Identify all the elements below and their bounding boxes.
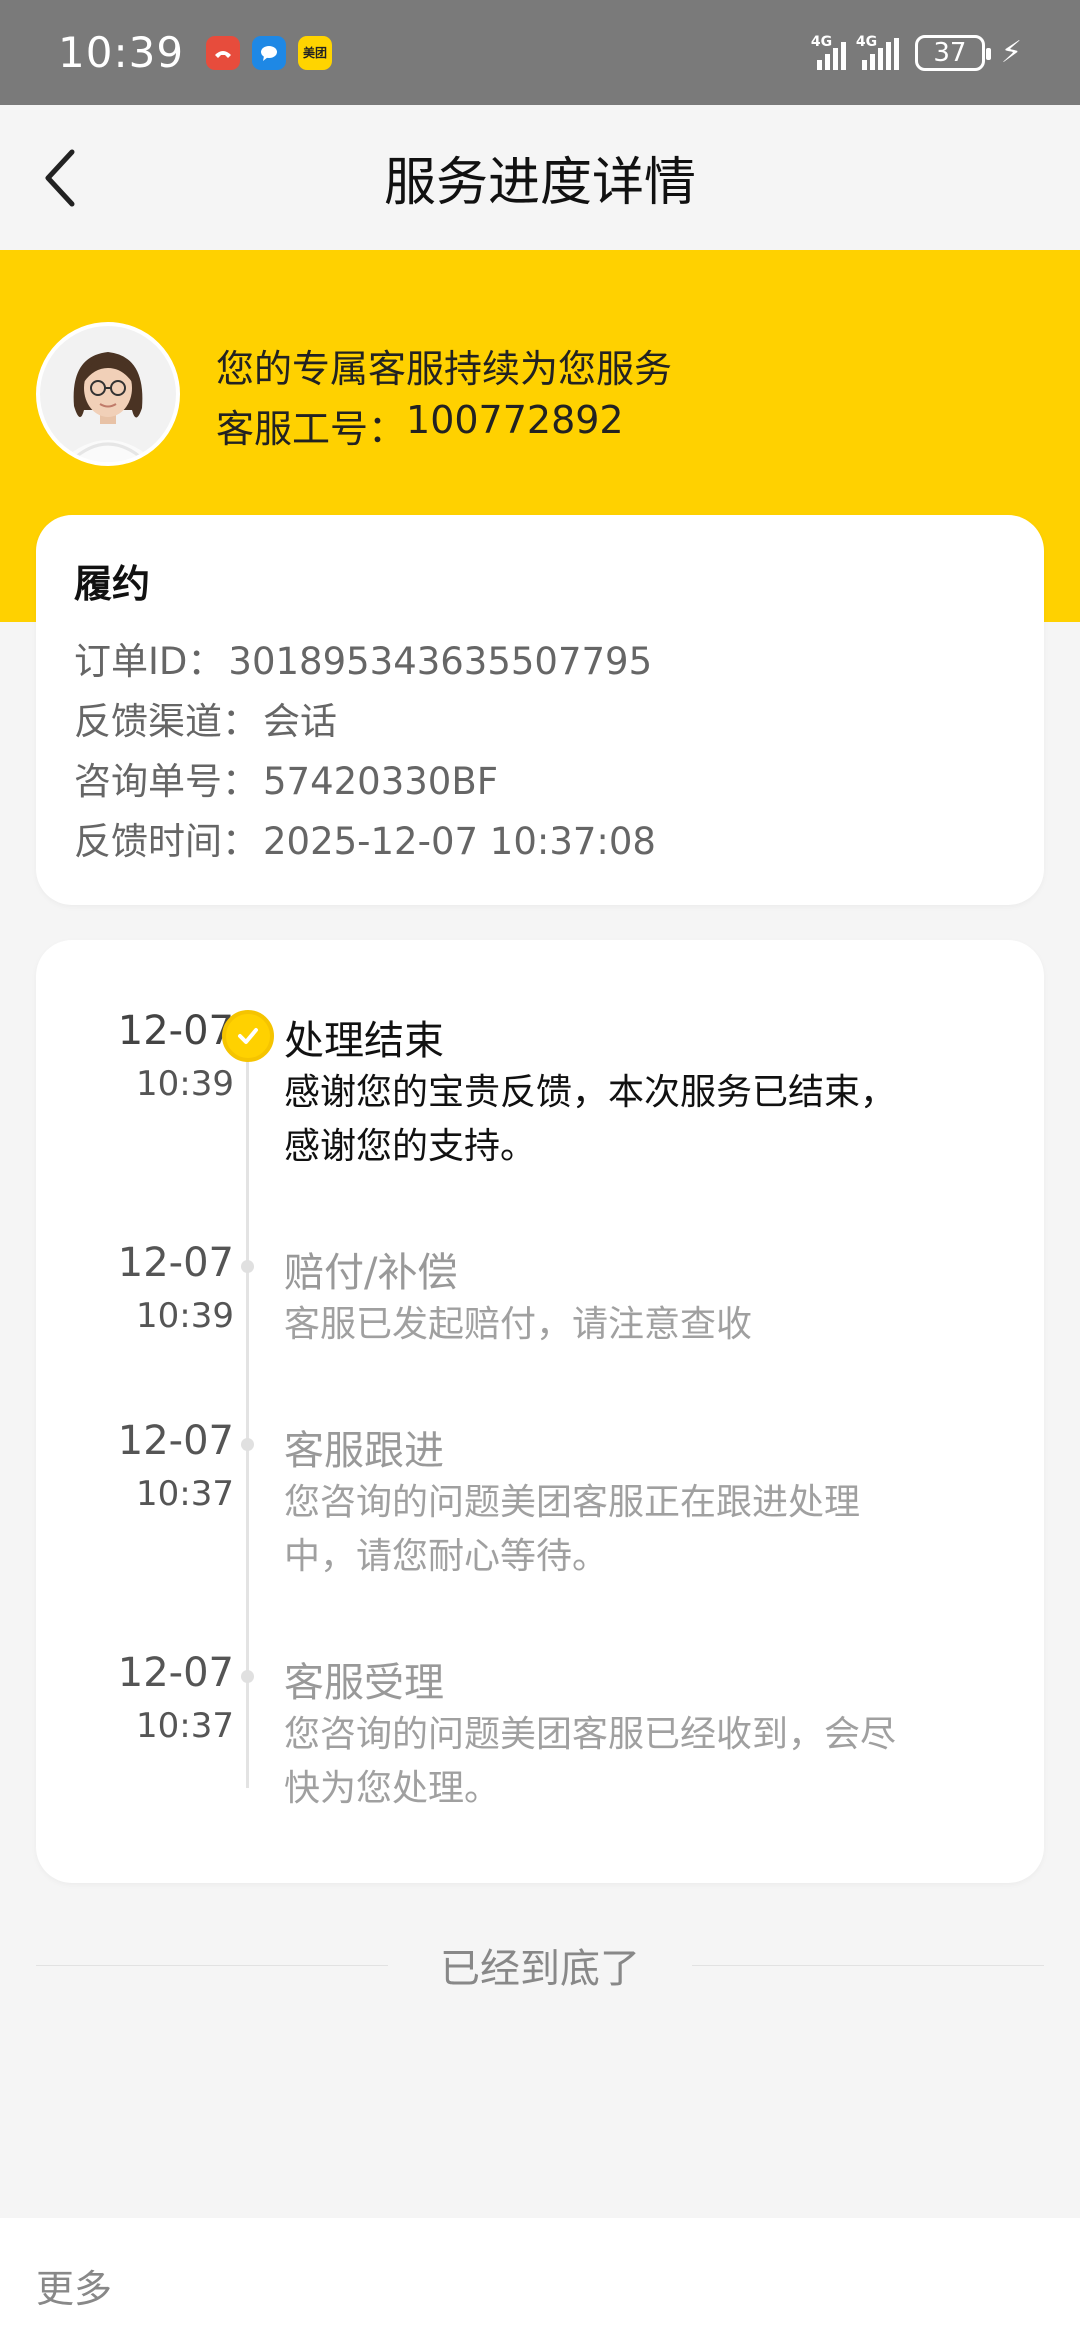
end-of-list-text: 已经到底了 bbox=[440, 1946, 640, 1992]
info-row-ticket-number: 咨询单号： 57420330BF bbox=[74, 752, 1006, 812]
timeline-desc-line: 快为您处理。 bbox=[284, 1768, 501, 1809]
battery-icon: 37 bbox=[914, 34, 991, 71]
more-button[interactable]: 更多 bbox=[36, 2267, 112, 2311]
status-bar: 10:39 美团 4G 4G 37 ⚡ bbox=[0, 0, 1080, 105]
timeline-date: 12-07 bbox=[117, 1418, 234, 1464]
info-card-title: 履约 bbox=[74, 562, 151, 606]
progress-timeline-card: 12-07 10:39 处理结束 感谢您的宝贵反馈，本次服务已结束， 感谢您的支… bbox=[36, 940, 1044, 1883]
timeline-desc-line: 客服已发起赔付，请注意查收 bbox=[284, 1304, 753, 1345]
info-key: 订单ID： bbox=[74, 640, 225, 683]
divider bbox=[692, 1964, 1044, 1966]
end-of-list: 已经到底了 bbox=[36, 1930, 1044, 2000]
info-row-channel: 反馈渠道： 会话 bbox=[74, 692, 1006, 752]
chevron-left-icon bbox=[45, 149, 75, 206]
agent-id-label: 客服工号： bbox=[216, 407, 407, 451]
timeline-title: 客服受理 bbox=[284, 1660, 444, 1706]
status-right: 4G 4G 37 ⚡ bbox=[811, 34, 1022, 71]
timeline-desc-line: 感谢您的支持。 bbox=[284, 1126, 537, 1167]
timeline-desc-line: 感谢您的宝贵反馈，本次服务已结束， bbox=[284, 1072, 897, 1113]
timeline-desc-line: 您咨询的问题美团客服正在跟进处理 bbox=[284, 1482, 861, 1523]
status-app-icons: 美团 bbox=[206, 35, 333, 70]
signal-icon-1: 4G bbox=[811, 34, 846, 70]
timeline-desc: 感谢您的宝贵反馈，本次服务已结束， 感谢您的支持。 bbox=[284, 1066, 974, 1174]
agent-id: 客服工号： 100772892 bbox=[216, 398, 624, 453]
nav-bar: 服务进度详情 bbox=[0, 105, 1080, 250]
info-key: 反馈渠道： bbox=[74, 700, 259, 743]
signal-icon-2: 4G bbox=[856, 34, 899, 70]
avatar bbox=[36, 322, 180, 466]
charging-icon: ⚡ bbox=[1000, 35, 1022, 70]
timeline-time: 10:37 bbox=[136, 1474, 234, 1514]
network-label-2: 4G bbox=[855, 33, 878, 50]
info-value: 57420330BF bbox=[263, 760, 498, 803]
order-info-card: 履约 订单ID： 301895343635507795 反馈渠道： 会话 咨询单… bbox=[36, 515, 1044, 905]
battery-level: 37 bbox=[933, 37, 967, 68]
timeline-desc-line: 您咨询的问题美团客服已经收到，会尽 bbox=[284, 1714, 897, 1755]
timeline-dot-icon bbox=[241, 1260, 254, 1273]
meituan-icon: 美团 bbox=[298, 35, 333, 70]
status-time: 10:39 bbox=[58, 28, 185, 77]
timeline-dot-icon bbox=[241, 1438, 254, 1451]
timeline-date: 12-07 bbox=[117, 1008, 234, 1054]
timeline-time: 10:37 bbox=[136, 1706, 234, 1746]
back-button[interactable] bbox=[30, 140, 90, 215]
footer-bar: 更多 bbox=[0, 2218, 1080, 2340]
info-row-feedback-time: 反馈时间： 2025-12-07 10:37:08 bbox=[74, 812, 1006, 872]
timeline-date: 12-07 bbox=[117, 1650, 234, 1696]
info-value: 会话 bbox=[263, 700, 337, 743]
network-label-1: 4G bbox=[810, 33, 833, 50]
check-circle-icon bbox=[222, 1010, 274, 1062]
timeline-time: 10:39 bbox=[136, 1296, 234, 1336]
timeline-desc: 客服已发起赔付，请注意查收 bbox=[284, 1298, 974, 1352]
info-value: 2025-12-07 10:37:08 bbox=[263, 820, 656, 863]
message-bubble-icon bbox=[252, 35, 287, 70]
info-key: 反馈时间： bbox=[74, 820, 259, 863]
agent-intro: 您的专属客服持续为您服务 bbox=[216, 347, 673, 391]
timeline-title: 赔付/补偿 bbox=[284, 1250, 458, 1296]
timeline-dot-icon bbox=[241, 1670, 254, 1683]
agent-id-value: 100772892 bbox=[406, 398, 624, 442]
missed-call-icon bbox=[206, 35, 241, 70]
timeline-date: 12-07 bbox=[117, 1240, 234, 1286]
info-value: 301895343635507795 bbox=[228, 640, 653, 683]
info-key: 咨询单号： bbox=[74, 760, 259, 803]
timeline-desc: 您咨询的问题美团客服正在跟进处理 中，请您耐心等待。 bbox=[284, 1476, 974, 1584]
page-title: 服务进度详情 bbox=[383, 153, 696, 213]
timeline-title: 客服跟进 bbox=[284, 1428, 444, 1474]
timeline-title: 处理结束 bbox=[284, 1018, 444, 1064]
timeline-desc-line: 中，请您耐心等待。 bbox=[284, 1536, 609, 1577]
timeline-time: 10:39 bbox=[136, 1064, 234, 1104]
divider bbox=[36, 1964, 388, 1966]
info-row-order-id: 订单ID： 301895343635507795 bbox=[74, 632, 1006, 692]
timeline-desc: 您咨询的问题美团客服已经收到，会尽 快为您处理。 bbox=[284, 1708, 974, 1816]
